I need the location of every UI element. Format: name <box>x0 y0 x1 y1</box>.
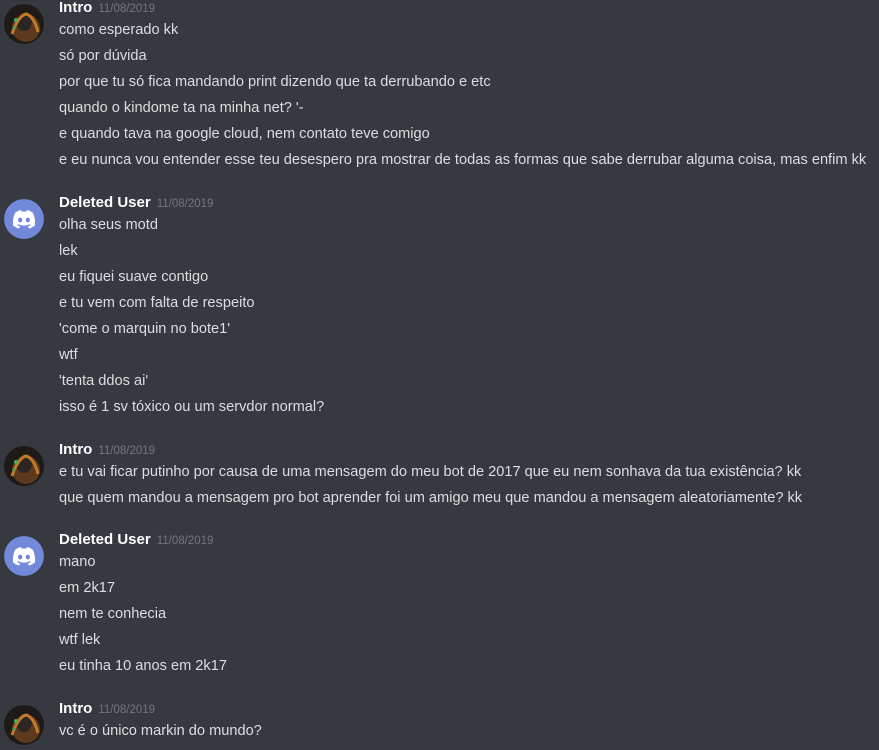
message-lines: como esperado kk só por dúvida por que t… <box>59 17 866 173</box>
message-text: mano <box>59 554 96 570</box>
message-text: que quem mandou a mensagem pro bot apren… <box>59 490 803 506</box>
timestamp: 11/08/2019 <box>156 535 214 547</box>
message-text: só por dúvida <box>59 48 147 64</box>
message-text: e tu vai ficar putinho por causa de uma … <box>59 464 802 480</box>
timestamp: 11/08/2019 <box>98 445 156 457</box>
username[interactable]: Intro <box>59 700 92 717</box>
message-text: e eu nunca vou entender esse teu desespe… <box>59 152 867 168</box>
user-avatar[interactable] <box>4 4 44 44</box>
message-header: Deleted User 11/08/2019 <box>59 191 213 213</box>
message-text: 'tenta ddos ai' <box>59 373 149 389</box>
username[interactable]: Deleted User <box>59 194 151 211</box>
message-text: olha seus motd <box>59 217 158 233</box>
message-header: Intro 11/08/2019 <box>59 438 155 460</box>
message-text: 'come o marquin no bote1' <box>59 321 231 337</box>
user-avatar-icon <box>4 4 44 44</box>
user-avatar[interactable] <box>4 705 44 745</box>
user-avatar[interactable] <box>4 199 44 239</box>
message-lines: olha seus motd lek eu fiquei suave conti… <box>59 212 324 420</box>
message-text: lek <box>59 243 78 259</box>
message-lines: vc é o único markin do mundo? <box>59 718 262 744</box>
message-text: eu fiquei suave contigo <box>59 269 209 285</box>
message-text: vc é o único markin do mundo? <box>59 723 262 739</box>
message-text: wtf <box>59 347 78 363</box>
chat-messages: Intro 11/08/2019 como esperado kk só por … <box>0 0 879 750</box>
message-text: e quando tava na google cloud, nem conta… <box>59 126 430 142</box>
username[interactable]: Deleted User <box>59 531 151 548</box>
discord-logo-icon <box>4 536 44 576</box>
message-text: por que tu só fica mandando print dizend… <box>59 74 491 90</box>
user-avatar-icon <box>4 446 44 486</box>
discord-logo-icon <box>4 199 44 239</box>
timestamp: 11/08/2019 <box>98 3 156 15</box>
message-text: como esperado kk <box>59 22 179 38</box>
timestamp: 11/08/2019 <box>98 704 156 716</box>
username[interactable]: Intro <box>59 441 92 458</box>
user-avatar[interactable] <box>4 446 44 486</box>
message-text: eu tinha 10 anos em 2k17 <box>59 658 227 674</box>
message-header: Intro 11/08/2019 <box>59 0 155 18</box>
message-lines: e tu vai ficar putinho por causa de uma … <box>59 459 802 511</box>
message-text: em 2k17 <box>59 580 115 596</box>
message-text: wtf lek <box>59 632 101 648</box>
message-header: Intro 11/08/2019 <box>59 697 155 719</box>
message-header: Deleted User 11/08/2019 <box>59 528 213 550</box>
message-text: e tu vem com falta de respeito <box>59 295 255 311</box>
user-avatar-icon <box>4 705 44 745</box>
message-text: quando o kindome ta na minha net? '- <box>59 100 304 116</box>
user-avatar[interactable] <box>4 536 44 576</box>
username[interactable]: Intro <box>59 0 92 16</box>
message-text: isso é 1 sv tóxico ou um servdor normal? <box>59 399 325 415</box>
message-lines: mano em 2k17 nem te conhecia wtf lek eu … <box>59 549 227 679</box>
timestamp: 11/08/2019 <box>156 198 214 210</box>
message-text: nem te conhecia <box>59 606 167 622</box>
